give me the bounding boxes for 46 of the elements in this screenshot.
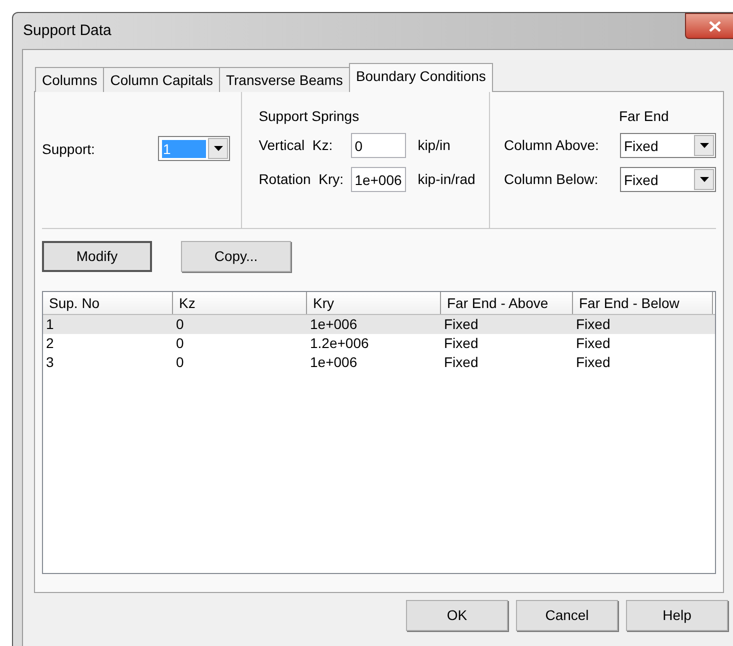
column-header[interactable]: Kry [307, 292, 441, 314]
tab[interactable]: Transverse Beams [218, 67, 350, 92]
table-cell-text: Fixed [443, 353, 480, 372]
table-cell-text: 0 [175, 353, 185, 372]
table-cell-text: 1e+006 [309, 353, 358, 372]
spring-input[interactable]: 0 [350, 133, 406, 158]
dialog-button[interactable]: Help [626, 600, 728, 631]
table-cell-text: 2 [45, 334, 55, 353]
unit-label: kip/in [418, 136, 450, 155]
close-icon [709, 20, 721, 32]
column-header[interactable]: Far End - Below [573, 292, 713, 314]
tab[interactable]: Boundary Conditions [348, 63, 493, 92]
spring-input[interactable]: 1e+006 [350, 167, 406, 192]
far-end-label: Column Above: [504, 136, 600, 155]
table-cell-text: 0 [175, 334, 185, 353]
table-cell-text: Fixed [443, 334, 480, 353]
action-button[interactable]: Modify [42, 241, 152, 272]
table-cell-text: Fixed [575, 334, 612, 353]
dialog-button[interactable]: Cancel [516, 600, 618, 631]
support-label: Support: [42, 140, 96, 159]
far-end-label: Column Below: [504, 170, 600, 189]
table-cell-text: 1 [45, 315, 55, 334]
dialog-button[interactable]: OK [406, 600, 508, 631]
table-cell-text: 1.2e+006 [309, 334, 370, 353]
far-end-heading: Far End [619, 108, 670, 124]
table-cell-text: Fixed [575, 353, 612, 372]
table-cell-text: Fixed [443, 315, 480, 334]
table-cell-text: 0 [175, 315, 185, 334]
column-header[interactable]: Sup. No [43, 292, 173, 314]
springs-heading: Support Springs [258, 108, 360, 124]
table-cell-text: Fixed [575, 315, 612, 334]
column-header[interactable]: Far End - Above [441, 292, 573, 314]
column-header[interactable]: Kz [173, 292, 307, 314]
far-end-dropdown[interactable]: Fixed [620, 133, 716, 158]
spring-label: Vertical Kz: [258, 136, 334, 155]
far-end-dropdown[interactable]: Fixed [620, 167, 716, 192]
tab[interactable]: Columns [35, 67, 104, 92]
table-cell-text: 3 [45, 353, 55, 372]
window-title: Support Data [23, 20, 112, 41]
spring-label: Rotation Kry: [258, 170, 345, 189]
action-button[interactable]: Copy... [181, 241, 291, 272]
table-cell-text: 1e+006 [309, 315, 358, 334]
table-row[interactable]: 1 0 1e+006 Fixed Fixed [43, 315, 715, 334]
unit-label: kip-in/rad [418, 170, 476, 189]
close-button[interactable] [685, 13, 733, 39]
tab[interactable]: Column Capitals [103, 67, 220, 92]
